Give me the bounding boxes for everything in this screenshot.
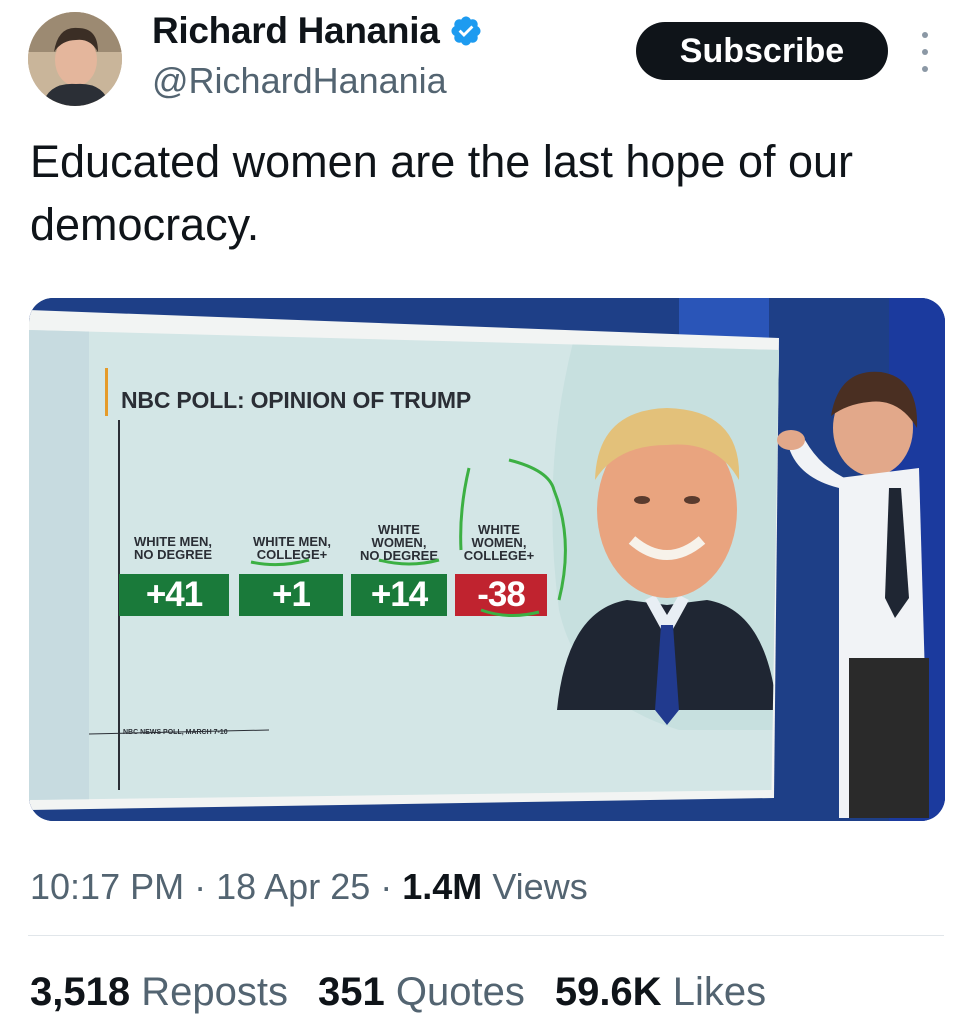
author-name[interactable]: Richard Hanania xyxy=(152,10,440,52)
likes-count: 59.6K xyxy=(554,970,662,1014)
separator-dot: · xyxy=(194,866,217,907)
more-vertical-icon[interactable] xyxy=(914,32,936,72)
quotes-label: Quotes xyxy=(395,970,525,1014)
column-label: WHITE WOMEN, COLLEGE+ xyxy=(463,522,535,563)
likes-stat[interactable]: 59.6K Likes xyxy=(555,970,766,1015)
reposts-label: Reposts xyxy=(141,970,288,1014)
board-title: NBC POLL: OPINION OF TRUMP xyxy=(121,387,472,413)
title-accent-bar xyxy=(105,368,108,416)
tweet-time[interactable]: 10:17 PM xyxy=(30,866,184,907)
tweet-timestamp-row: 10:17 PM · 18 Apr 25 · 1.4M Views xyxy=(30,866,588,908)
reposts-count: 3,518 xyxy=(30,970,131,1014)
tweet-media-image[interactable]: NBC POLL: OPINION OF TRUMP WHITE MEN, NO… xyxy=(29,298,945,821)
divider xyxy=(28,935,944,936)
subscribe-button[interactable]: Subscribe xyxy=(636,22,888,80)
likes-label: Likes xyxy=(672,970,767,1014)
portrait-image xyxy=(557,408,777,725)
quotes-count: 351 xyxy=(317,970,385,1014)
value-cell: +1 xyxy=(239,574,343,616)
column-label: WHITE WOMEN, NO DEGREE xyxy=(359,522,438,563)
presenter-figure xyxy=(777,371,929,818)
value-cell: +14 xyxy=(351,574,447,616)
reposts-stat[interactable]: 3,518 Reposts xyxy=(30,970,288,1015)
column-label: WHITE MEN, COLLEGE+ xyxy=(253,534,331,562)
verified-badge-icon xyxy=(451,16,482,46)
tweet-date[interactable]: 18 Apr 25 xyxy=(216,866,370,907)
poll-board: NBC POLL: OPINION OF TRUMP WHITE MEN, NO… xyxy=(29,330,779,800)
poll-source-footnote: NBC NEWS POLL, MARCH 7-10 xyxy=(123,729,228,736)
author-name-row[interactable]: Richard Hanania xyxy=(152,10,483,52)
author-handle[interactable]: @RichardHanania xyxy=(152,60,447,102)
author-avatar[interactable] xyxy=(28,12,122,106)
views-label: Views xyxy=(492,866,588,907)
separator-dot: · xyxy=(380,866,403,907)
value-cell: -38 xyxy=(455,574,547,616)
engagement-stats: 3,518 Reposts 351 Quotes 59.6K Likes xyxy=(30,970,766,1015)
quotes-stat[interactable]: 351 Quotes xyxy=(318,970,525,1015)
views-count: 1.4M xyxy=(402,866,483,907)
value-cell: +41 xyxy=(119,574,229,616)
avatar-photo xyxy=(28,12,122,106)
tweet-text: Educated women are the last hope of our … xyxy=(30,136,854,250)
column-label: WHITE MEN, NO DEGREE xyxy=(133,534,212,562)
